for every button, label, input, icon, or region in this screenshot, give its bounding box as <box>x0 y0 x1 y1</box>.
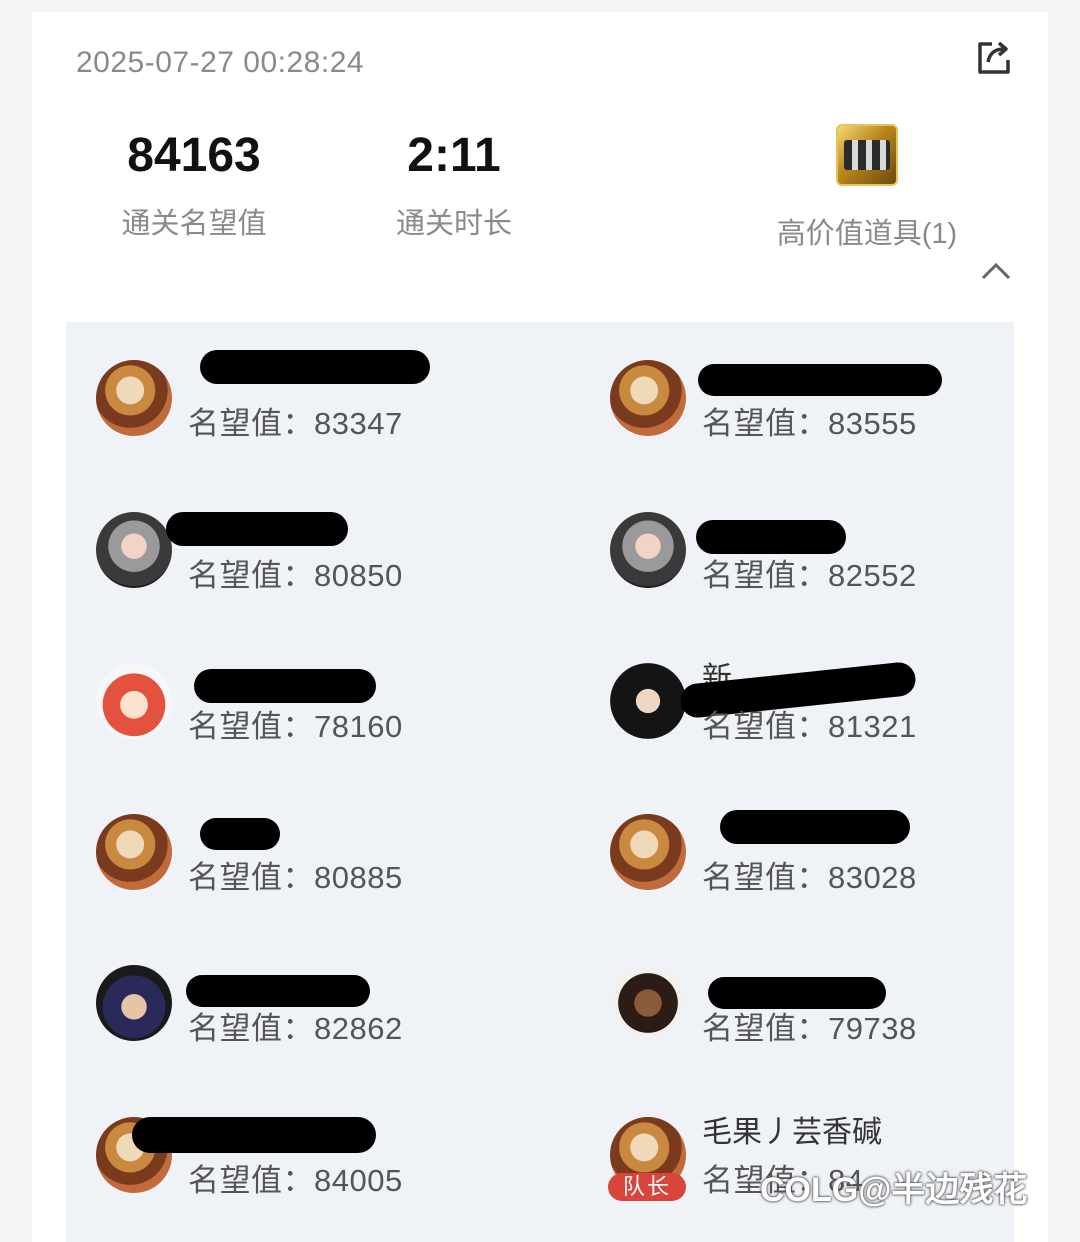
watermark: COLG@半边残花 <box>760 1162 1027 1211</box>
redacted-name <box>132 1117 376 1153</box>
high-value-item-label: 高价值道具(1) <box>776 218 958 250</box>
member-fame: 名望值：83028 <box>702 860 917 895</box>
avatar-blue-hair <box>96 965 172 1041</box>
party-member-10[interactable]: 名望值：79738 <box>610 965 1030 1075</box>
avatar-silver-hair <box>96 512 172 588</box>
clear-time-label: 通关时长 <box>395 208 512 240</box>
stat-clear-time: 2:11 通关时长 <box>354 128 554 242</box>
member-name: 毛果丿芸香碱 <box>702 1116 882 1149</box>
avatar-silver-hair <box>610 512 686 588</box>
redacted-name <box>698 364 942 396</box>
party-member-8[interactable]: 名望值：83028 <box>610 810 1030 924</box>
share-icon[interactable] <box>974 38 1014 78</box>
member-fame: 名望值：80850 <box>188 558 403 593</box>
member-fame: 名望值：83347 <box>188 406 403 441</box>
leader-badge: 队长 <box>608 1173 686 1201</box>
party-member-7[interactable]: 名望值：80885 <box>96 814 516 924</box>
watermark-logo: COLG <box>760 1171 859 1209</box>
clear-timestamp: 2025-07-27 00:28:24 <box>76 46 365 79</box>
party-member-4[interactable]: 名望值：82552 <box>610 512 1030 622</box>
party-member-2[interactable]: 名望值：83555 <box>610 360 1030 470</box>
member-fame: 名望值：84005 <box>188 1163 403 1198</box>
redacted-name <box>200 350 430 384</box>
member-fame: 名望值：82862 <box>188 1011 403 1046</box>
avatar-armored <box>96 814 172 890</box>
stat-clear-fame: 84163 通关名望值 <box>94 128 294 242</box>
party-member-11[interactable]: 名望值：84005 <box>96 1117 516 1227</box>
chevron-up-icon[interactable] <box>980 260 1012 282</box>
clear-fame-label: 通关名望值 <box>121 208 267 240</box>
party-members-panel: 名望值：83347 名望值：83555 名望值：80850 名望值：82552 … <box>66 322 1014 1242</box>
redacted-name <box>200 818 280 850</box>
avatar-armored <box>610 360 686 436</box>
clear-time-value: 2:11 <box>407 129 501 182</box>
party-member-9[interactable]: 名望值：82862 <box>96 965 516 1075</box>
watermark-handle: @半边残花 <box>858 1171 1028 1209</box>
member-fame: 名望值：82552 <box>702 558 917 593</box>
party-member-3[interactable]: 名望值：80850 <box>96 512 516 622</box>
redacted-name <box>696 520 846 554</box>
dungeon-result-card: 2025-07-27 00:28:24 84163 通关名望值 2:11 通关时… <box>32 12 1048 1242</box>
avatar-dark-hair <box>610 663 686 739</box>
avatar-bearded-man <box>610 965 686 1041</box>
clear-fame-value: 84163 <box>127 129 261 182</box>
stat-high-value-item[interactable]: 高价值道具(1) <box>752 124 982 252</box>
avatar-armored <box>96 360 172 436</box>
treasure-chest-icon[interactable] <box>836 124 898 186</box>
avatar-red-hair <box>96 663 172 739</box>
redacted-name <box>166 512 348 546</box>
party-member-1[interactable]: 名望值：83347 <box>96 350 516 470</box>
member-fame: 名望值：83555 <box>702 406 917 441</box>
avatar-armored <box>610 814 686 890</box>
party-member-5[interactable]: 名望值：78160 <box>96 663 516 773</box>
member-fame: 名望值：78160 <box>188 709 403 744</box>
redacted-name <box>194 669 376 703</box>
redacted-name <box>720 810 910 844</box>
member-fame: 名望值：79738 <box>702 1011 917 1046</box>
member-fame: 名望值：81321 <box>702 709 917 744</box>
member-fame: 名望值：80885 <box>188 860 403 895</box>
party-member-6[interactable]: 新 名望值：81321 <box>610 660 1030 773</box>
